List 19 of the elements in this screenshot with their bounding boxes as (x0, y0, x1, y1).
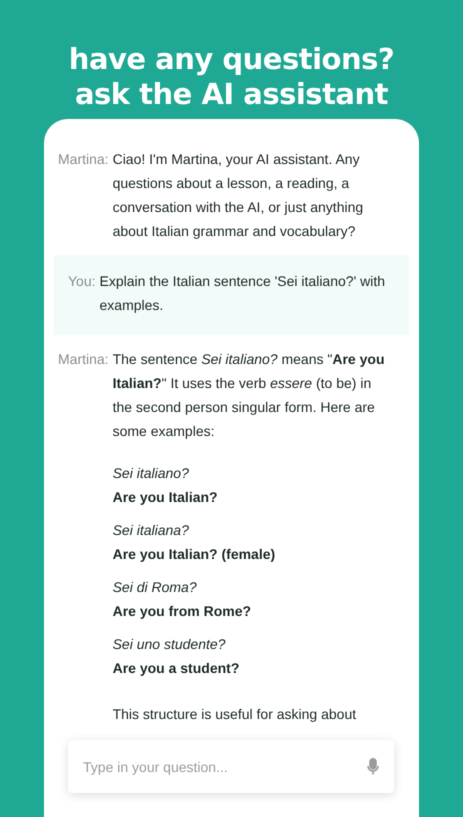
speaker-label: Martina: (58, 150, 109, 169)
example-phrase: Sei italiano? (112, 464, 190, 483)
example-translation: Are you from Rome? (112, 602, 252, 621)
example-translation: Are you Italian? (female) (112, 545, 276, 564)
speaker-label: Martina: (58, 350, 109, 369)
message-text: The sentence Sei italiano? means "Are you Italian?" It uses the verb essere (to be) in the second person singular form. Here are some examples: (112, 350, 386, 441)
headline: ask the AI assistant (74, 77, 388, 112)
example-phrase: Sei di Roma? (112, 578, 198, 597)
message-text: Explain the Italian sentence 'Sei italiano?' with examples. (100, 272, 386, 315)
message-text: Ciao! I'm Martina, your AI assistant. Any questions about a lesson, a reading, a conversation with the AI, or just anything about Italian grammar and vocabulary? (112, 150, 364, 241)
microphone-icon[interactable] (367, 758, 379, 775)
example-phrase: Sei italiana? (112, 521, 190, 540)
example-translation: Are you a student? (112, 659, 240, 678)
speaker-label: You: (68, 272, 96, 291)
headline: have any questions? (68, 42, 394, 77)
example-translation: Are you Italian? (112, 488, 219, 507)
message-text: This structure is useful for asking about (112, 705, 358, 724)
question-field[interactable]: Type in your question... (68, 740, 394, 793)
example-phrase: Sei uno studente? (112, 635, 226, 654)
